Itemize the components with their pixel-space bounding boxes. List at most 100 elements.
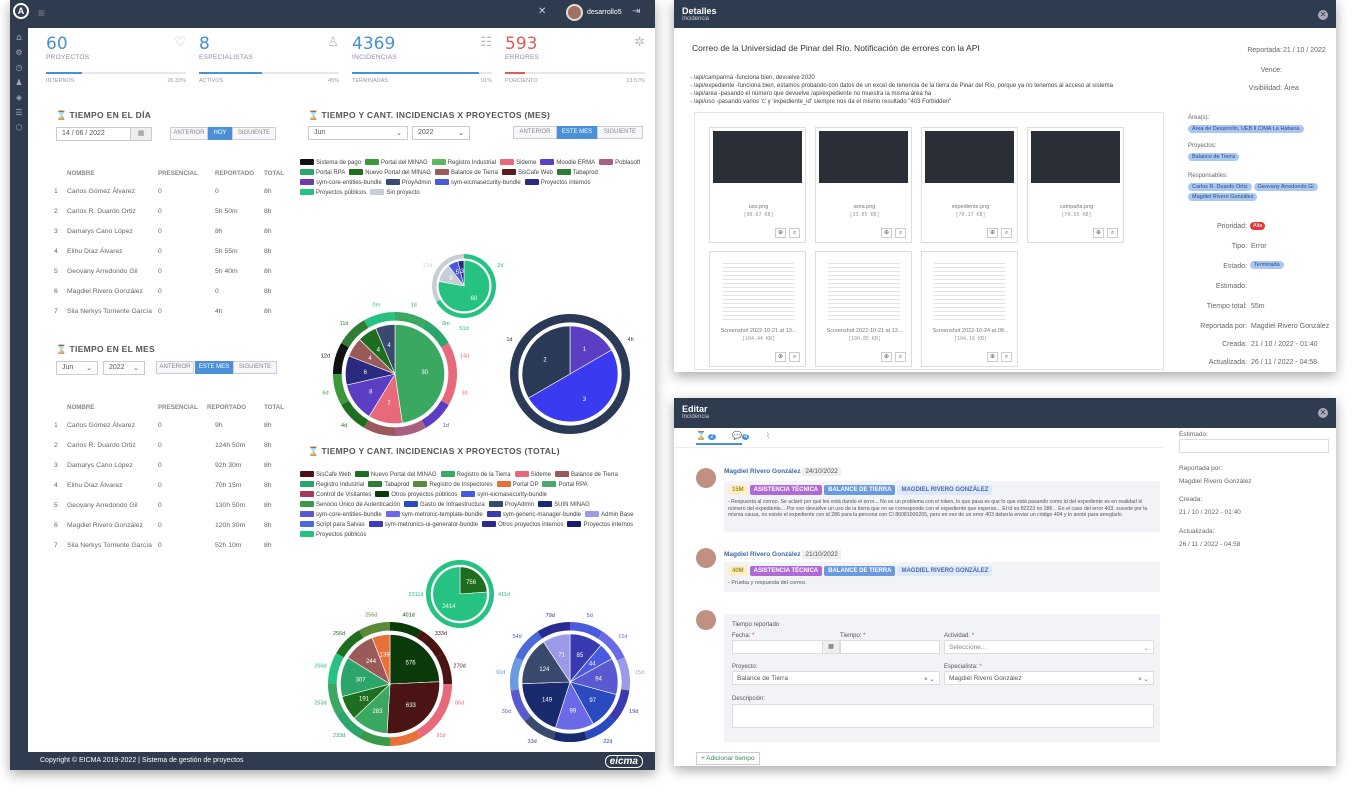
legend-item[interactable]: Sistema de pago — [300, 158, 361, 168]
add-time-button[interactable]: + Adicionar tiempo — [696, 752, 760, 765]
clear-chevron-icon[interactable]: × ⌄ — [924, 675, 935, 683]
year-select[interactable]: 2022 ⌄ — [103, 361, 145, 375]
legend-item[interactable]: sym-core-entities-bundle — [300, 178, 382, 188]
month-prev-button[interactable]: ANTERIOR — [156, 361, 194, 374]
legend-item[interactable]: Servicio Único de Autenticación — [300, 500, 400, 510]
legend-item[interactable]: ProyAdmin — [488, 500, 534, 510]
download-icon[interactable]: ⊕ — [881, 228, 892, 238]
zoom-icon[interactable]: ⌕ — [789, 352, 800, 362]
zoom-icon[interactable]: ⌕ — [895, 352, 906, 362]
notifications-off-icon[interactable]: ✕ — [538, 6, 546, 17]
sidebar-box-icon[interactable]: ⬡ — [10, 123, 28, 132]
legend-item[interactable]: Registro Industrial — [431, 158, 496, 168]
legend-item[interactable]: Nuevo Portal del MINAG — [349, 168, 431, 178]
document-thumbnail[interactable] — [722, 260, 794, 322]
legend-item[interactable]: Proyectos públicos — [300, 530, 366, 540]
tab-comentarios[interactable]: 💬 4 — [732, 431, 750, 440]
legend-item[interactable]: ProyAdmin — [385, 178, 431, 188]
download-icon[interactable]: ⊕ — [775, 228, 786, 238]
screenshot-thumbnail[interactable] — [1031, 131, 1120, 183]
legend-item[interactable]: Registro Industrial — [300, 480, 364, 490]
document-thumbnail[interactable] — [934, 260, 1006, 322]
descripcion-textarea[interactable] — [732, 704, 1154, 728]
sidebar-home-icon[interactable]: ⌂ — [10, 32, 28, 42]
zoom-icon[interactable]: ⌕ — [1001, 352, 1012, 362]
legend-item[interactable]: Registro de Inspectores — [413, 480, 493, 490]
legend-item[interactable]: Balance de Tierra — [434, 168, 498, 178]
attachment-card[interactable]: campaña.png [70.65 KB] ⊕ ⌕ — [1027, 127, 1124, 243]
chart-prev-button[interactable]: ANTERIOR — [513, 126, 557, 139]
chart-current-button[interactable]: ESTE MES — [557, 126, 597, 139]
legend-item[interactable]: Sideme — [500, 158, 536, 168]
calendar-icon[interactable]: ▦ — [822, 640, 840, 654]
day-next-button[interactable]: SIGUIENTE — [232, 127, 276, 140]
screenshot-thumbnail[interactable] — [925, 131, 1014, 183]
legend-item[interactable]: Balance de Tierra — [554, 470, 618, 480]
calendar-icon[interactable]: ▦ — [130, 127, 152, 141]
legend-item[interactable]: sym-generic-manager-bundle — [486, 510, 581, 520]
zoom-icon[interactable]: ⌕ — [789, 228, 800, 238]
outer-slice[interactable] — [553, 731, 587, 742]
legend-item[interactable]: Registro de la Tierra — [440, 470, 511, 480]
paperclip-icon[interactable]: ⌇ — [766, 431, 770, 440]
user-name[interactable]: desarrollo5 — [587, 9, 622, 16]
sidebar-clock-icon[interactable]: ◷ — [10, 63, 28, 72]
legend-item[interactable]: Gasto de Infraestructura — [404, 500, 485, 510]
legend-item[interactable]: sym-core-entities-bundle — [300, 510, 382, 520]
tiempo-input[interactable] — [840, 640, 940, 654]
legend-item[interactable]: Portal RPA — [542, 480, 588, 490]
day-today-button[interactable]: HOY — [208, 127, 232, 140]
month-next-button[interactable]: SIGUIENTE — [233, 361, 277, 374]
attachment-card[interactable]: Screenshot 2022-10-21 at 13... [104.44 KB… — [709, 251, 806, 367]
document-thumbnail[interactable] — [828, 260, 900, 322]
legend-item[interactable]: Script para Salvas — [300, 520, 365, 530]
download-icon[interactable]: ⊕ — [881, 352, 892, 362]
download-icon[interactable]: ⊕ — [987, 228, 998, 238]
attachment-card[interactable]: expediente.png [70.17 KB] ⊕ ⌕ — [921, 127, 1018, 243]
download-icon[interactable]: ⊕ — [775, 352, 786, 362]
logout-icon[interactable]: ⇥ — [632, 6, 640, 17]
legend-item[interactable]: sym-metronics-ui-generator-bundle — [368, 520, 478, 530]
avatar[interactable] — [566, 4, 583, 21]
legend-item[interactable]: Tabaprod — [556, 168, 598, 178]
legend-item[interactable]: sym-eicmasecurity-bundle — [435, 178, 521, 188]
close-icon[interactable]: ✕ — [1318, 408, 1328, 418]
legend-item[interactable]: Portal RPA — [300, 168, 345, 178]
legend-item[interactable]: Tabaprod — [368, 480, 409, 490]
zoom-icon[interactable]: ⌕ — [895, 228, 906, 238]
legend-item[interactable]: sym-metronic-template-bundle — [385, 510, 483, 520]
legend-item[interactable]: Portal DP — [496, 480, 538, 490]
legend-item[interactable]: Admin Base — [585, 510, 633, 520]
legend-item[interactable]: SisCafe Web — [300, 470, 351, 480]
estimado-input[interactable] — [1179, 439, 1329, 453]
attachment-card[interactable]: uso.png [90.67 KB] ⊕ ⌕ — [709, 127, 806, 243]
legend-item[interactable]: Nuevo Portal del MINAG — [354, 470, 437, 480]
legend-item[interactable]: Poblasoft — [599, 158, 640, 168]
attachment-card[interactable]: Screenshot 2022-10-24 at 08... [104.16 KB… — [921, 251, 1018, 367]
zoom-icon[interactable]: ⌕ — [1107, 228, 1118, 238]
screenshot-thumbnail[interactable] — [713, 131, 802, 183]
sidebar-list-icon[interactable]: ☰ — [10, 108, 28, 117]
sidebar-team-icon[interactable]: ♟ — [10, 78, 28, 87]
download-icon[interactable]: ⊕ — [1093, 228, 1104, 238]
download-icon[interactable]: ⊕ — [987, 352, 998, 362]
actividad-select[interactable]: Seleccione... ⌄ — [944, 640, 1154, 654]
legend-item[interactable]: Sin proyecto — [370, 188, 420, 198]
legend-item[interactable]: Sideme — [514, 470, 551, 480]
clear-chevron-icon[interactable]: × ⌄ — [1138, 675, 1149, 683]
legend-item[interactable]: Control de Visitantes — [300, 490, 371, 500]
sidebar-tag-icon[interactable]: ◈ — [10, 93, 28, 102]
app-logo[interactable]: A — [13, 3, 29, 19]
legend-item[interactable]: SUIN MINAG — [538, 500, 590, 510]
legend-item[interactable]: Portal del MINAG — [365, 158, 428, 168]
chart-next-button[interactable]: SIGUIENTE — [597, 126, 643, 139]
month-current-button[interactable]: ESTE MES — [195, 361, 233, 374]
legend-item[interactable]: SisCafe Web — [501, 168, 553, 178]
close-icon[interactable]: ✕ — [1318, 10, 1328, 20]
attachment-card[interactable]: Screenshot 2022-10-21 at 13... [100.85 KB… — [815, 251, 912, 367]
zoom-icon[interactable]: ⌕ — [1001, 228, 1012, 238]
proyecto-select[interactable]: Balance de Tierra × ⌄ — [732, 671, 940, 685]
legend-item[interactable]: Otros proyectos públicos — [375, 490, 457, 500]
legend-item[interactable]: Proyectos públicos — [300, 188, 366, 198]
attachment-card[interactable]: area.png [33.05 KB] ⊕ ⌕ — [815, 127, 912, 243]
